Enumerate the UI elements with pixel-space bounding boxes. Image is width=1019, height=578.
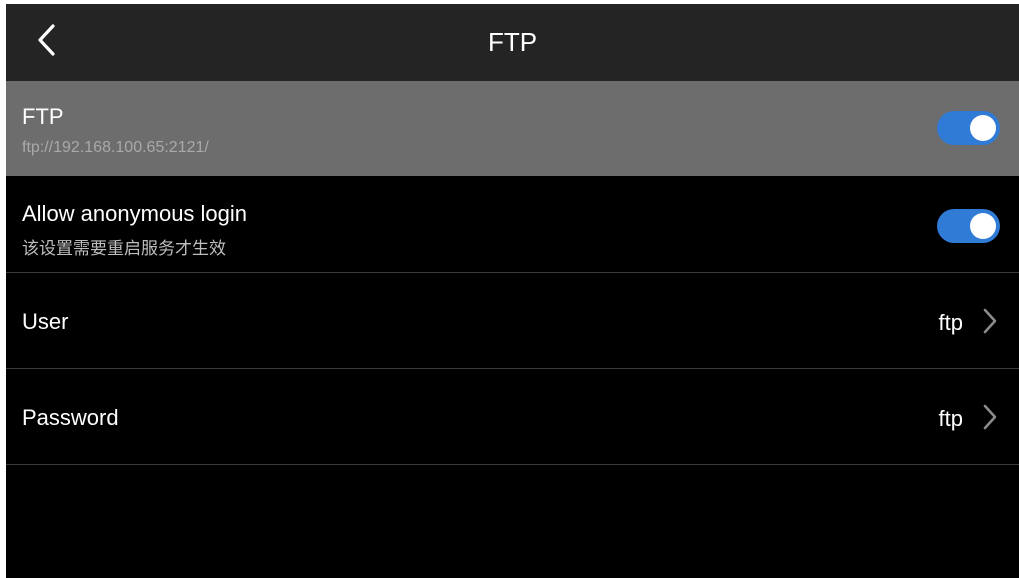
chevron-left-icon bbox=[38, 24, 55, 56]
password-label: Password bbox=[22, 405, 119, 430]
anonymous-login-title: Allow anonymous login bbox=[22, 201, 248, 226]
chevron-right-icon bbox=[983, 404, 997, 430]
ftp-server-toggle[interactable] bbox=[937, 111, 1000, 145]
user-label: User bbox=[22, 309, 69, 334]
toggle-knob bbox=[970, 115, 996, 141]
app-bar: FTP bbox=[6, 4, 1019, 81]
back-button[interactable] bbox=[24, 18, 68, 62]
anonymous-login-note: 该设置需要重启服务才生效 bbox=[22, 239, 226, 258]
chevron-right-icon bbox=[983, 308, 997, 334]
toggle-knob bbox=[970, 213, 996, 239]
anonymous-login-row[interactable]: Allow anonymous login 该设置需要重启服务才生效 bbox=[6, 178, 1019, 273]
user-row[interactable]: User ftp bbox=[6, 274, 1019, 369]
ftp-server-row[interactable]: FTP ftp://192.168.100.65:2121/ bbox=[6, 81, 1019, 176]
ftp-server-address: ftp://192.168.100.65:2121/ bbox=[22, 139, 209, 156]
anonymous-login-toggle[interactable] bbox=[937, 209, 1000, 243]
ftp-settings-screen: FTP FTP ftp://192.168.100.65:2121/ Allow… bbox=[6, 4, 1019, 578]
ftp-server-title: FTP bbox=[22, 104, 64, 129]
user-value: ftp bbox=[938, 310, 963, 335]
password-value: ftp bbox=[938, 406, 963, 431]
password-row[interactable]: Password ftp bbox=[6, 370, 1019, 465]
page-title: FTP bbox=[487, 27, 538, 57]
